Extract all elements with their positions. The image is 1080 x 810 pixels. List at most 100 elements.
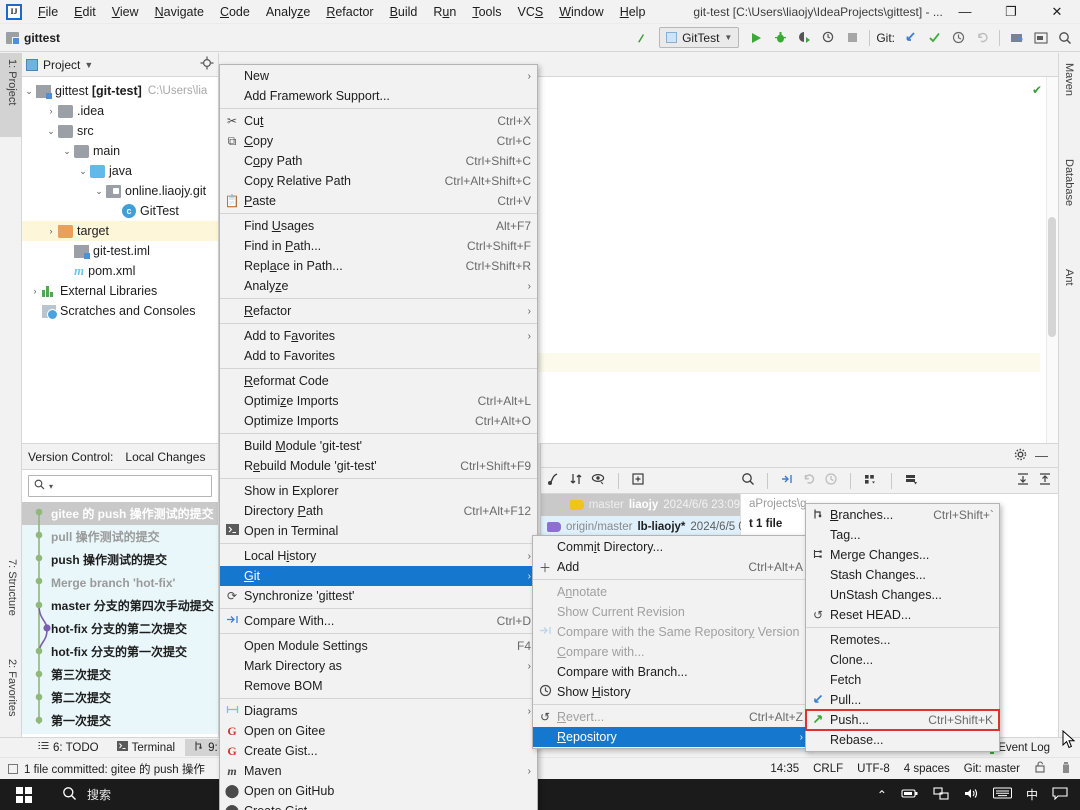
menu-item-create-gist-github[interactable]: ⬤Create Gist...: [220, 801, 537, 810]
menu-item-unstash-changes[interactable]: UnStash Changes...: [806, 585, 999, 605]
volume-icon[interactable]: [963, 787, 979, 803]
tree-node-gittest[interactable]: ⌄ gittest [git-test] C:\Users\lia: [22, 81, 218, 101]
new-branch-icon[interactable]: [631, 472, 645, 489]
project-context-menu[interactable]: New › Add Framework Support... ✂ Cut Ctrl+X…: [219, 64, 538, 810]
git-submenu[interactable]: Commit Directory... ＋ Add Ctrl+Alt+A Annot…: [532, 535, 810, 749]
status-indent[interactable]: 4 spaces: [904, 763, 950, 775]
chevron-icon[interactable]: ⌄: [22, 86, 36, 97]
status-git-branch[interactable]: Git: master: [964, 763, 1020, 775]
sidebar-item-project[interactable]: 1: Project: [0, 53, 22, 137]
commit-row[interactable]: master 分支的第四次手动提交: [22, 594, 218, 617]
tree-node-src[interactable]: ⌄ src: [22, 121, 218, 141]
menu-item-local-history[interactable]: Local History ›: [220, 546, 537, 566]
menu-item-copy-relative-path[interactable]: Copy Relative Path Ctrl+Alt+Shift+C: [220, 171, 537, 191]
chevron-icon[interactable]: ⌄: [92, 186, 106, 197]
menu-item-view[interactable]: View: [104, 2, 147, 22]
menu-item-build-module[interactable]: Build Module 'git-test': [220, 436, 537, 456]
commit-row[interactable]: hot-fix 分支的第二次提交: [22, 617, 218, 640]
menu-item-open-on-gitee[interactable]: G Open on Gitee: [220, 721, 537, 741]
menu-item-commit-directory[interactable]: Commit Directory...: [533, 537, 809, 557]
columns-icon[interactable]: [904, 472, 920, 489]
menu-item-find-in-path[interactable]: Find in Path... Ctrl+Shift+F: [220, 236, 537, 256]
menu-item-file[interactable]: File: [30, 2, 66, 22]
status-encoding[interactable]: UTF-8: [857, 763, 890, 775]
run-configuration-selector[interactable]: GitTest ▼: [659, 27, 740, 48]
commit-list[interactable]: gitee 的 push 操作测试的提交 pull 操作测试的提交 push 操…: [22, 502, 218, 734]
locate-icon[interactable]: [200, 56, 214, 73]
menu-item-merge-changes[interactable]: Merge Changes...: [806, 545, 999, 565]
commit-row[interactable]: hot-fix 分支的第一次提交: [22, 640, 218, 663]
sidebar-item-database[interactable]: Database: [1058, 153, 1080, 231]
menu-item-repository[interactable]: Repository ›: [533, 727, 809, 747]
menu-item-add-to-favorites[interactable]: Add to Favorites ›: [220, 326, 537, 346]
menu-item-compare-with-branch[interactable]: Compare with Branch...: [533, 662, 809, 682]
menu-item-find-usages[interactable]: Find Usages Alt+F7: [220, 216, 537, 236]
menu-item-rebuild-module[interactable]: Rebuild Module 'git-test' Ctrl+Shift+F9: [220, 456, 537, 476]
menu-item-window[interactable]: Window: [551, 2, 611, 22]
commit-row[interactable]: 第一次提交: [22, 709, 218, 732]
scrollbar-thumb[interactable]: [1048, 217, 1056, 337]
commit-row[interactable]: gitee 的 push 操作测试的提交: [22, 502, 218, 525]
taskbar-search[interactable]: 搜索: [48, 779, 218, 810]
sidebar-item-maven[interactable]: Maven: [1058, 57, 1080, 123]
git-log-row[interactable]: master liaojy 2024/6/6 23:09: [541, 494, 740, 516]
lock-icon[interactable]: [1034, 761, 1046, 776]
menu-item-add[interactable]: ＋ Add Ctrl+Alt+A: [533, 557, 809, 577]
menu-item-directory-path[interactable]: Directory Path Ctrl+Alt+F12: [220, 501, 537, 521]
keyboard-icon[interactable]: [992, 787, 1012, 802]
breadcrumb[interactable]: gittest: [0, 31, 60, 45]
revert-icon[interactable]: [802, 472, 816, 489]
search-everywhere-icon[interactable]: [1054, 27, 1076, 49]
tree-node-scratches[interactable]: Scratches and Consoles: [22, 301, 218, 321]
network-icon[interactable]: [933, 786, 949, 803]
tree-node-java[interactable]: ⌄ java: [22, 161, 218, 181]
chevron-icon[interactable]: ›: [44, 226, 58, 236]
chevron-down-icon[interactable]: ▾: [49, 482, 53, 491]
battery-icon[interactable]: [901, 787, 919, 802]
terminal-icon[interactable]: [1030, 27, 1052, 49]
rollback-icon[interactable]: [971, 27, 993, 49]
inspection-icon[interactable]: [1060, 761, 1072, 777]
gear-icon[interactable]: [1014, 448, 1027, 464]
menu-item-remove-bom[interactable]: Remove BOM: [220, 676, 537, 696]
diff-icon[interactable]: [780, 472, 794, 489]
tree-node-package[interactable]: ⌄ online.liaojy.git: [22, 181, 218, 201]
menu-item-add-framework-support[interactable]: Add Framework Support...: [220, 86, 537, 106]
chevron-icon[interactable]: ⌄: [60, 146, 74, 157]
menu-item-remove-module[interactable]: Optimize Imports Ctrl+Alt+O: [220, 411, 537, 431]
menu-item-reset-head[interactable]: ↺ Reset HEAD...: [806, 605, 999, 625]
editor-scrollbar[interactable]: [1046, 77, 1058, 443]
eye-icon[interactable]: [591, 472, 606, 489]
chevron-icon[interactable]: ›: [44, 106, 58, 116]
history-icon[interactable]: [947, 27, 969, 49]
menu-item-open-in-terminal[interactable]: Open in Terminal: [220, 521, 537, 541]
run-icon[interactable]: [745, 27, 767, 49]
update-project-icon[interactable]: [899, 27, 921, 49]
menu-item-fetch[interactable]: Fetch: [806, 670, 999, 690]
profile-icon[interactable]: [817, 27, 839, 49]
menu-item-git[interactable]: Git ›: [220, 566, 537, 586]
tree-node-iml[interactable]: git-test.iml: [22, 241, 218, 261]
menu-item-open-module-settings[interactable]: Open Module Settings F4: [220, 636, 537, 656]
menu-item-help[interactable]: Help: [612, 2, 654, 22]
chevron-icon[interactable]: ⌄: [76, 166, 90, 177]
menu-item-synchronize[interactable]: ⟳ Synchronize 'gittest': [220, 586, 537, 606]
status-line-separator[interactable]: CRLF: [813, 763, 843, 775]
menu-item-branches[interactable]: Branches... Ctrl+Shift+`: [806, 505, 999, 525]
menu-item-compare-with[interactable]: Compare With... Ctrl+D: [220, 611, 537, 631]
commit-row[interactable]: 第三次提交: [22, 663, 218, 686]
sort-icon[interactable]: [569, 472, 583, 489]
commit-row[interactable]: Merge branch 'hot-fix': [22, 571, 218, 594]
search-icon[interactable]: [741, 472, 755, 489]
menu-item-open-on-github[interactable]: ⬤ Open on GitHub: [220, 781, 537, 801]
menu-item-optimize-imports[interactable]: Optimize Imports Ctrl+Alt+L: [220, 391, 537, 411]
menu-item-refactor[interactable]: Refactor ›: [220, 301, 537, 321]
project-structure-icon[interactable]: [1006, 27, 1028, 49]
menu-item-analyze[interactable]: Analyze: [258, 2, 318, 22]
menu-item-refactor[interactable]: Refactor: [318, 2, 381, 22]
minimize-icon[interactable]: —: [1035, 448, 1048, 463]
menu-item-show-in-explorer[interactable]: Show in Explorer: [220, 481, 537, 501]
ime-cn-icon[interactable]: 中: [1026, 786, 1038, 803]
menu-item-create-gist-gitee[interactable]: G Create Gist...: [220, 741, 537, 761]
menu-item-stash-changes[interactable]: Stash Changes...: [806, 565, 999, 585]
